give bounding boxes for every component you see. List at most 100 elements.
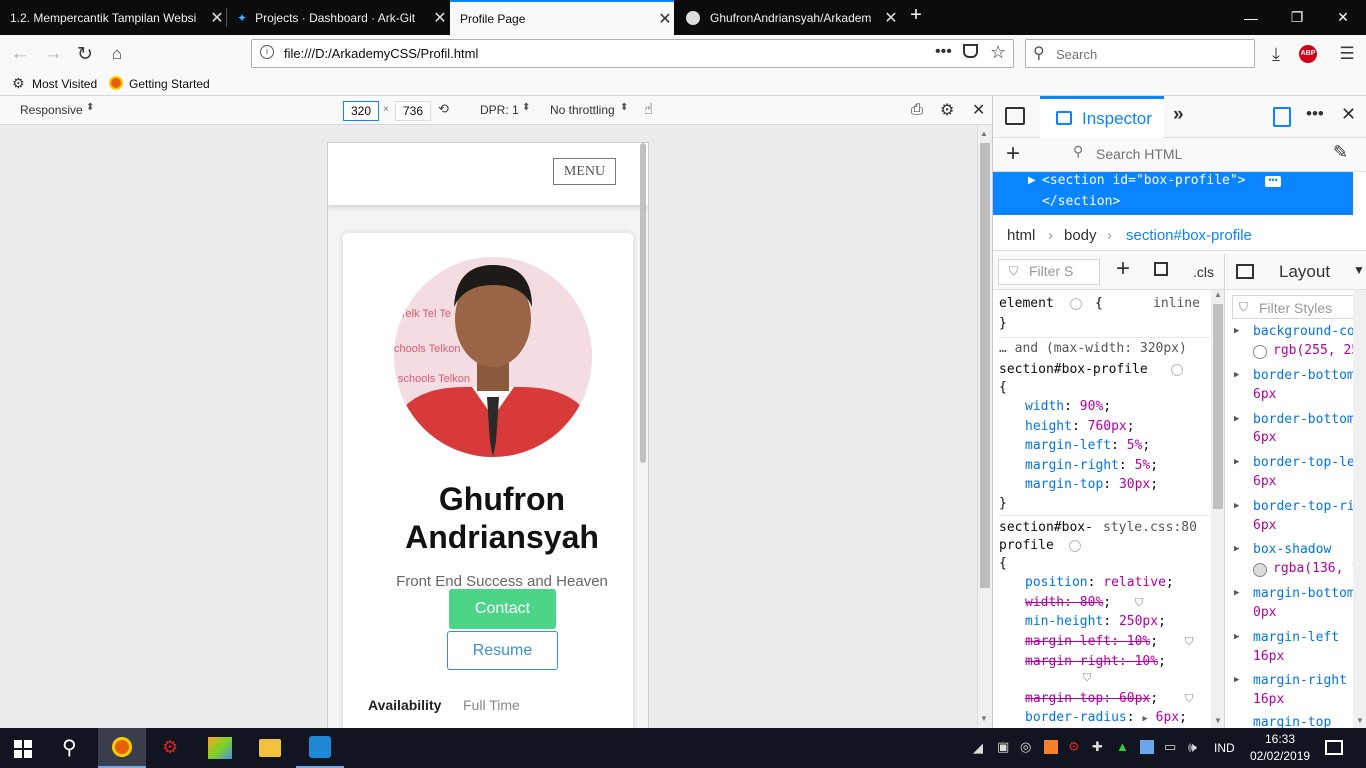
- adblock-icon[interactable]: ABP: [1299, 45, 1317, 63]
- tray-icon[interactable]: [1140, 740, 1154, 754]
- pocket-icon[interactable]: [963, 44, 978, 58]
- rotate-icon[interactable]: ⟲: [438, 101, 449, 117]
- viewport-width-input[interactable]: 320: [343, 101, 379, 121]
- rule2-prop-overridden[interactable]: width: 80%;: [1025, 595, 1111, 610]
- rule2-prop[interactable]: min-height: 250px;: [1025, 614, 1166, 629]
- touch-simulation-icon[interactable]: ☝: [644, 100, 653, 118]
- filter-icon[interactable]: ⛉: [1185, 692, 1193, 706]
- menu-button[interactable]: MENU: [553, 158, 616, 185]
- volume-icon[interactable]: 🕪: [1188, 739, 1197, 756]
- close-icon[interactable]: ✕: [882, 8, 900, 28]
- add-node-icon[interactable]: +: [1006, 140, 1020, 168]
- notifications-icon[interactable]: [1325, 740, 1343, 755]
- tab-profile-page[interactable]: Profile Page ✕: [450, 0, 674, 35]
- scrollbar-thumb[interactable]: [980, 143, 990, 588]
- eyedropper-icon[interactable]: ✎: [1333, 142, 1348, 163]
- bookmark-getting-started[interactable]: Getting Started: [129, 77, 210, 91]
- url-text[interactable]: file:///D:/ArkademyCSS/Profil.html: [284, 46, 478, 61]
- computed-prop[interactable]: margin-top: [1253, 715, 1331, 728]
- restore-icon[interactable]: ❐: [1274, 0, 1320, 35]
- contact-button[interactable]: Contact: [449, 589, 556, 629]
- cls-toggle[interactable]: .cls: [1193, 264, 1214, 280]
- back-icon[interactable]: ←: [7, 41, 33, 67]
- expand-arrow-icon[interactable]: ▶: [1028, 175, 1036, 186]
- rule1-prop[interactable]: margin-top: 30px;: [1025, 477, 1158, 492]
- filter-icon[interactable]: ⛉: [1135, 596, 1143, 610]
- computed-prop[interactable]: box-shadow: [1253, 542, 1331, 557]
- bookmark-most-visited[interactable]: Most Visited: [32, 77, 97, 91]
- search-bar[interactable]: ⚲ Search: [1025, 39, 1255, 68]
- home-icon[interactable]: ⌂: [104, 41, 130, 67]
- computed-prop[interactable]: margin-left: [1253, 630, 1339, 645]
- rules-scrollbar[interactable]: ▲ ▼: [1211, 290, 1224, 728]
- tab-mempercantik[interactable]: 1.2. Mempercantik Tampilan Websi ✕: [0, 0, 226, 35]
- computed-scrollbar[interactable]: ▼: [1353, 290, 1366, 728]
- filter-icon[interactable]: ⛉: [1083, 671, 1091, 685]
- device-selector[interactable]: Responsive: [20, 103, 83, 117]
- minimize-icon[interactable]: —: [1228, 0, 1274, 35]
- menu-hamburger-icon[interactable]: ☰: [1334, 41, 1360, 67]
- computed-prop[interactable]: border-top-rig: [1253, 499, 1363, 514]
- ellipsis-badge[interactable]: •••: [1265, 176, 1281, 187]
- tray-icon[interactable]: ▭: [1164, 739, 1176, 755]
- filter-icon[interactable]: ⛉: [1185, 635, 1193, 649]
- rule2-prop-overridden[interactable]: margin-left: 10%;: [1025, 634, 1158, 649]
- page-actions-icon[interactable]: •••: [935, 43, 952, 61]
- rule-element-source[interactable]: inline: [1153, 296, 1200, 311]
- download-icon[interactable]: ⤓: [1263, 41, 1289, 67]
- close-rdm-icon[interactable]: ✕: [972, 100, 985, 120]
- search-icon[interactable]: ⚲: [62, 735, 77, 760]
- rule1-prop[interactable]: margin-left: 5%;: [1025, 438, 1150, 453]
- viewport-height-input[interactable]: 736: [395, 101, 431, 121]
- toggle-sidebar-icon[interactable]: [1236, 264, 1254, 279]
- close-icon[interactable]: ✕: [208, 8, 226, 28]
- rule2-source[interactable]: style.css:80: [1103, 520, 1197, 535]
- computed-prop[interactable]: background-col: [1253, 324, 1363, 339]
- clock-date[interactable]: 02/02/2019: [1250, 749, 1310, 763]
- options-icon[interactable]: •••: [1306, 104, 1324, 124]
- rule1-prop[interactable]: margin-right: 5%;: [1025, 458, 1158, 473]
- tab-layout[interactable]: Layout: [1279, 262, 1330, 282]
- app-icon[interactable]: ⚙: [162, 737, 178, 758]
- tab-inspector[interactable]: Inspector: [1040, 96, 1164, 138]
- tray-icon[interactable]: ▣: [997, 739, 1009, 755]
- add-rule-icon[interactable]: +: [1116, 255, 1130, 283]
- computed-filter-input[interactable]: ⛉ Filter Styles: [1232, 295, 1366, 319]
- gear-icon[interactable]: [1069, 540, 1081, 552]
- tray-icon[interactable]: ◎: [1020, 739, 1031, 755]
- throttling-selector[interactable]: No throttling: [550, 103, 615, 117]
- search-html-input[interactable]: Search HTML: [1096, 146, 1182, 162]
- rule2-prop[interactable]: border-radius: ▶ 6px;: [1025, 710, 1187, 725]
- windows-start-icon[interactable]: [14, 740, 32, 758]
- tray-icon[interactable]: ▲: [1116, 739, 1129, 754]
- rule2-prop-overridden[interactable]: margin-top: 60px;: [1025, 691, 1158, 706]
- close-icon[interactable]: ✕: [431, 8, 449, 28]
- tray-icon[interactable]: [1044, 740, 1058, 754]
- tray-icon[interactable]: ✚: [1092, 739, 1103, 755]
- file-explorer-icon[interactable]: [259, 739, 281, 757]
- tab-projects[interactable]: ✦ Projects · Dashboard · Ark-Git ✕: [227, 0, 449, 35]
- forward-icon[interactable]: →: [40, 41, 66, 67]
- screenshot-icon[interactable]: ⎙: [911, 101, 923, 118]
- rule2-prop[interactable]: position: relative;: [1025, 575, 1174, 590]
- close-icon[interactable]: ✕: [656, 9, 674, 29]
- element-picker-icon[interactable]: [1005, 107, 1025, 125]
- window-close-icon[interactable]: ✕: [1320, 0, 1366, 35]
- clock-time[interactable]: 16:33: [1265, 732, 1295, 746]
- dpr-selector[interactable]: DPR: 1: [480, 103, 519, 117]
- computed-prop[interactable]: margin-bottom: [1253, 586, 1355, 601]
- settings-icon[interactable]: ⚙: [940, 100, 954, 120]
- reload-icon[interactable]: ↻: [72, 41, 98, 67]
- breadcrumb-html[interactable]: html: [1007, 227, 1035, 244]
- rule1-prop[interactable]: width: 90%;: [1025, 399, 1111, 414]
- chevron-down-icon[interactable]: ▼: [1353, 263, 1365, 277]
- gear-icon[interactable]: [1171, 364, 1183, 376]
- pseudo-class-icon[interactable]: [1154, 262, 1168, 276]
- info-icon[interactable]: i: [260, 45, 274, 59]
- viewport-scrollbar[interactable]: ▲ ▼: [977, 125, 992, 728]
- gear-icon[interactable]: [1070, 298, 1082, 310]
- rule2-prop-overridden[interactable]: margin-right: 10%;: [1025, 654, 1166, 669]
- tray-icon[interactable]: ⚙: [1068, 739, 1080, 755]
- breadcrumb-section[interactable]: section#box-profile: [1126, 227, 1252, 244]
- bookmark-star-icon[interactable]: ☆: [990, 42, 1006, 63]
